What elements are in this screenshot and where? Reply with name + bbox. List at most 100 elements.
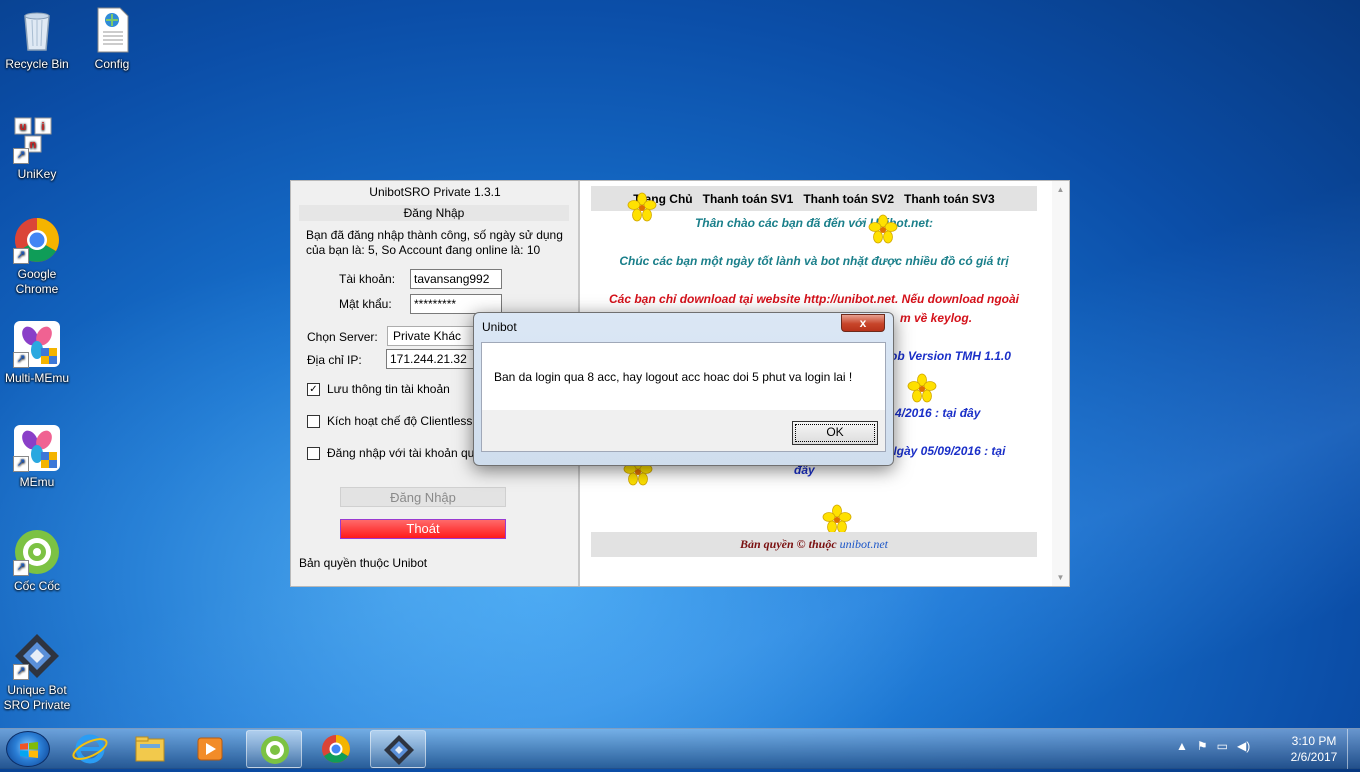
chrome-icon	[322, 735, 350, 763]
taskbar-coc-coc[interactable]	[246, 730, 302, 768]
desktop-icon-coc-coc[interactable]: ↗ Cốc Cốc	[0, 528, 74, 594]
login-button[interactable]: Đăng Nhập	[340, 487, 506, 507]
account-label: Tài khoản:	[339, 272, 396, 286]
exit-button[interactable]: Thoát	[340, 519, 506, 539]
web-scrollbar[interactable]: ▲ ▼	[1052, 181, 1069, 586]
dialog-close-button[interactable]: x	[841, 314, 885, 332]
network-icon[interactable]: ▭	[1217, 739, 1228, 753]
shortcut-arrow-icon: ↗	[13, 352, 29, 368]
flower-icon	[627, 192, 657, 222]
document-icon	[88, 6, 136, 54]
shortcut-arrow-icon: ↗	[13, 248, 29, 264]
clock-date: 2/6/2017	[1290, 750, 1338, 764]
app-title: UnibotSRO Private 1.3.1	[369, 185, 501, 199]
internet-explorer-icon	[72, 734, 108, 764]
admin-login-label: Đăng nhập với tài khoản qu	[327, 446, 475, 460]
start-button[interactable]	[6, 731, 50, 767]
desktop-icon-multi-memu[interactable]: ↗ Multi-MEmu	[0, 320, 74, 386]
scroll-down-icon[interactable]: ▼	[1052, 569, 1069, 586]
unique-bot-icon	[384, 735, 414, 765]
taskbar-media-player[interactable]	[182, 730, 238, 768]
clock-time: 3:10 PM	[1291, 734, 1337, 748]
taskbar-google-chrome[interactable]	[308, 730, 364, 768]
dialog-body: Ban da login qua 8 acc, hay logout acc h…	[481, 342, 886, 452]
show-desktop-button[interactable]	[1347, 729, 1360, 769]
checkbox-checked-icon[interactable]: ✓	[307, 382, 320, 396]
system-tray: ▲ ⚑ ▭ ◀)	[1176, 739, 1250, 753]
taskbar: ▲ ⚑ ▭ ◀) 3:10 PM 2/6/2017	[0, 728, 1360, 769]
desktop-icon-config[interactable]: Config	[75, 6, 149, 72]
checkbox-unchecked-icon[interactable]	[307, 414, 320, 428]
web-footer: Bản quyền © thuộc unibot.net	[591, 532, 1037, 557]
coc-coc-icon	[261, 736, 289, 764]
shortcut-arrow-icon: ↗	[13, 664, 29, 680]
flower-icon	[822, 504, 852, 534]
desktop-icon-label: Google Chrome	[15, 267, 59, 296]
checkbox-unchecked-icon[interactable]	[307, 446, 320, 460]
dialog-ok-button[interactable]: OK	[792, 421, 878, 445]
shortcut-arrow-icon: ↗	[13, 560, 29, 576]
scroll-up-icon[interactable]: ▲	[1052, 181, 1069, 198]
action-center-flag-icon[interactable]: ⚑	[1197, 739, 1208, 753]
desktop-icon-unikey[interactable]: u i n ↗ UniKey	[0, 116, 74, 182]
desktop-icon-label: Cốc Cốc	[13, 579, 60, 593]
desktop-icon-label: UniKey	[17, 167, 57, 181]
warning-text-2: m về keylog.	[900, 311, 973, 325]
taskbar-clock[interactable]: 3:10 PM 2/6/2017	[1282, 733, 1346, 765]
footer-link[interactable]: unibot.net	[840, 537, 888, 551]
svg-text:i: i	[41, 121, 44, 133]
login-section-header: Đăng Nhập	[299, 205, 569, 221]
copyright-text: Bản quyền thuộc Unibot	[299, 556, 428, 570]
save-info-checkbox[interactable]: ✓ Lưu thông tin tài khoản	[307, 381, 450, 397]
clientless-label: Kích hoạt chế độ Clientless	[327, 414, 473, 428]
save-info-label: Lưu thông tin tài khoản	[327, 382, 450, 396]
ip-label: Địa chỉ IP:	[307, 353, 362, 367]
login-status-text: Bạn đã đăng nhập thành công, số ngày sử …	[306, 228, 563, 257]
memu-icon: ↗	[13, 424, 61, 472]
taskbar-unique-bot[interactable]	[370, 730, 426, 768]
taskbar-internet-explorer[interactable]	[62, 730, 118, 768]
chrome-icon: ↗	[13, 216, 61, 264]
shortcut-arrow-icon: ↗	[13, 148, 29, 164]
close-icon: x	[859, 316, 867, 330]
warning-text-1: Các bạn chỉ download tại website http://…	[609, 292, 1019, 306]
taskbar-file-explorer[interactable]	[122, 730, 178, 768]
admin-login-checkbox[interactable]: Đăng nhập với tài khoản qu	[307, 445, 474, 461]
download-link-2[interactable]: Ngày 05/09/2016 : tại	[888, 444, 1038, 458]
ip-input[interactable]: 171.244.21.32	[386, 349, 481, 369]
nav-link-payment-sv1[interactable]: Thanh toán SV1	[703, 192, 794, 206]
server-select[interactable]: Private Khác	[387, 326, 482, 346]
version-text: ob Version TMH 1.1.0	[890, 349, 1011, 363]
flower-icon	[907, 373, 937, 403]
recycle-bin-icon	[13, 6, 61, 54]
flower-icon	[868, 214, 898, 244]
desktop-icon-label: Multi-MEmu	[4, 371, 69, 385]
nav-link-payment-sv3[interactable]: Thanh toán SV3	[904, 192, 995, 206]
password-label: Mật khẩu:	[339, 297, 392, 311]
message-dialog: Unibot x Ban da login qua 8 acc, hay log…	[473, 312, 894, 466]
account-input[interactable]: tavansang992	[410, 269, 502, 289]
clientless-checkbox[interactable]: Kích hoạt chế độ Clientless	[307, 413, 472, 429]
folder-icon	[135, 736, 165, 762]
desktop-icon-label: Recycle Bin	[5, 57, 69, 71]
desktop-icon-label: Unique Bot SRO Private	[3, 683, 71, 712]
download-link-1[interactable]: 4/2016 : tại đây	[895, 406, 1035, 420]
nav-link-payment-sv2[interactable]: Thanh toán SV2	[803, 192, 894, 206]
wish-text: Chúc các bạn một ngày tốt lành và bot nh…	[619, 254, 1009, 268]
desktop-icon-label: Config	[94, 57, 130, 71]
footer-text: Bản quyền © thuộc	[740, 537, 840, 551]
desktop-icon-unique-bot[interactable]: ↗ Unique Bot SRO Private	[0, 632, 74, 713]
show-hidden-icons-icon[interactable]: ▲	[1176, 739, 1188, 753]
desktop-icon-memu[interactable]: ↗ MEmu	[0, 424, 74, 490]
volume-icon[interactable]: ◀)	[1237, 739, 1250, 753]
desktop-icon-recycle-bin[interactable]: Recycle Bin	[0, 6, 74, 72]
svg-text:u: u	[20, 121, 27, 133]
password-input[interactable]: *********	[410, 294, 502, 314]
unikey-icon: u i n ↗	[13, 116, 61, 164]
unique-bot-icon: ↗	[13, 632, 61, 680]
desktop-icon-google-chrome[interactable]: ↗ Google Chrome	[0, 216, 74, 297]
server-label: Chọn Server:	[307, 330, 378, 344]
svg-text:n: n	[30, 139, 37, 151]
multi-memu-icon: ↗	[13, 320, 61, 368]
welcome-text: Thân chào các bạn đã đến với Unibot.net:	[694, 216, 934, 230]
